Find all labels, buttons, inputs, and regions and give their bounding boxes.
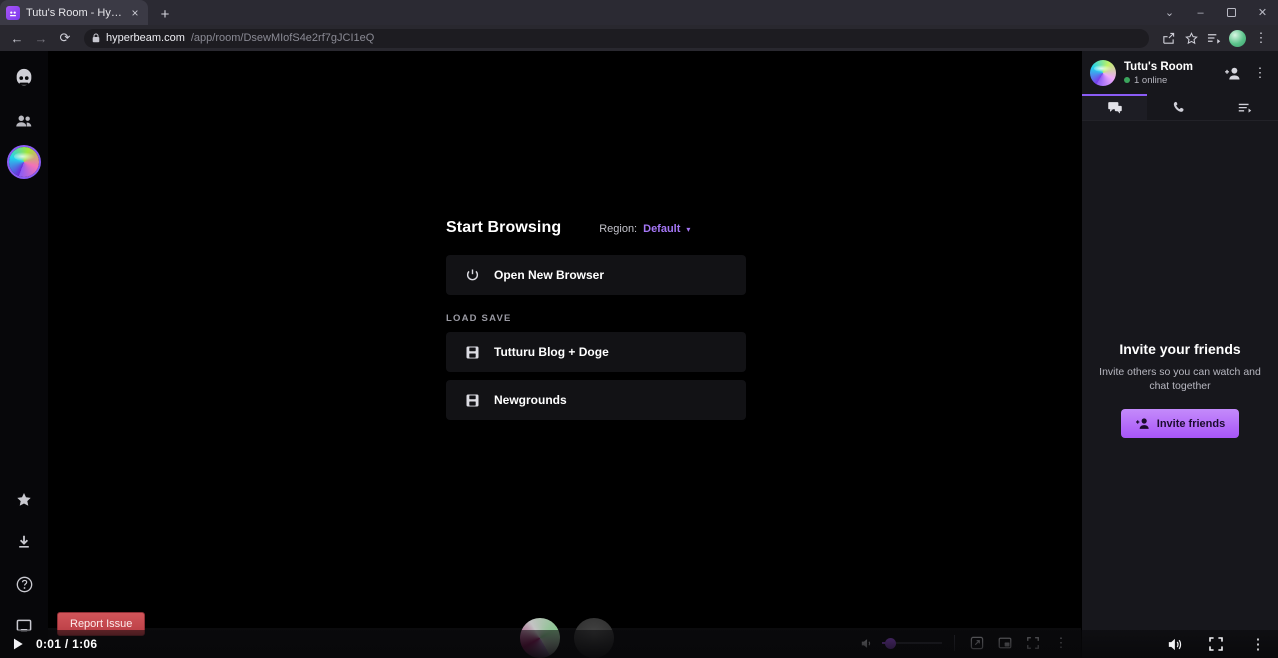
list-item-label: Tutturu Blog + Doge (494, 345, 609, 359)
tab-call[interactable] (1147, 95, 1212, 120)
browser-window: Tutu's Room - Hyperbeam × + ⌄ – ✕ ← → ⟳ … (0, 0, 1278, 658)
tab-title: Tutu's Room - Hyperbeam (26, 6, 122, 19)
add-person-icon[interactable] (1222, 63, 1242, 83)
room-panel: Tutu's Room 1 online ⋮ Invite your frien… (1081, 51, 1278, 658)
region-value: Default (643, 223, 681, 235)
star-icon[interactable] (8, 484, 40, 516)
status-dot (1124, 77, 1130, 83)
video-player-controls: 0:01 / 1:06 ⋮ (0, 630, 1278, 658)
page-title: Start Browsing (446, 219, 562, 236)
save-disk-icon (464, 392, 480, 408)
queue-icon (1239, 103, 1252, 113)
reload-icon[interactable]: ⟳ (54, 27, 76, 49)
maximize-button[interactable] (1216, 0, 1247, 25)
volume-icon[interactable] (1164, 634, 1184, 654)
forward-icon[interactable]: → (30, 27, 52, 49)
url-bar[interactable]: hyperbeam.com /app/room/DsewMIofS4e2rf7g… (84, 28, 1149, 48)
app-body: Start Browsing Region: Default ▾ Open Ne… (0, 51, 1278, 658)
left-rail (0, 51, 48, 658)
share-icon[interactable] (1157, 27, 1179, 49)
list-item[interactable]: Tutturu Blog + Doge (446, 332, 746, 372)
url-host: hyperbeam.com (106, 32, 185, 44)
list-item-label: Newgrounds (494, 393, 567, 407)
player-time-display: 0:01 / 1:06 (36, 637, 98, 651)
lock-icon (92, 33, 100, 43)
fullscreen-icon[interactable] (1206, 634, 1226, 654)
navigation-bar: ← → ⟳ hyperbeam.com /app/room/DsewMIofS4… (0, 25, 1278, 51)
chat-icon (1107, 101, 1122, 114)
url-path: /app/room/DsewMIofS4e2rf7gJCI1eQ (190, 32, 375, 44)
power-icon (464, 267, 480, 283)
reading-list-icon[interactable] (1203, 27, 1225, 49)
back-icon[interactable]: ← (6, 27, 28, 49)
player-right-controls: ⋮ (1164, 634, 1268, 654)
help-icon[interactable] (8, 568, 40, 600)
region-label: Region: (599, 223, 638, 235)
invite-friends-section: Invite your friends Invite others so you… (1082, 121, 1278, 658)
invite-subtitle: Invite others so you can watch and chat … (1099, 365, 1261, 392)
close-icon[interactable]: × (128, 6, 142, 20)
stage-content: Start Browsing Region: Default ▾ Open Ne… (48, 51, 1081, 628)
invite-friends-label: Invite friends (1156, 417, 1226, 430)
player-more-icon[interactable]: ⋮ (1248, 634, 1268, 654)
add-person-icon (1135, 416, 1150, 431)
tab-chat[interactable] (1082, 94, 1148, 120)
room-tabs (1082, 94, 1278, 121)
chevron-down-icon[interactable]: ⌄ (1154, 0, 1185, 25)
play-icon[interactable] (8, 634, 28, 654)
phone-icon (1174, 101, 1184, 112)
invite-title: Invite your friends (1119, 340, 1241, 357)
room-name: Tutu's Room (1124, 60, 1193, 73)
minimize-button[interactable]: – (1185, 0, 1216, 25)
browser-stage: Start Browsing Region: Default ▾ Open Ne… (48, 51, 1081, 658)
save-disk-icon (464, 344, 480, 360)
online-count: 1 online (1134, 74, 1168, 86)
tab-strip: Tutu's Room - Hyperbeam × + ⌄ – ✕ (0, 0, 1278, 25)
list-item[interactable]: Newgrounds (446, 380, 746, 420)
browser-toolbar-actions: ⋮ (1157, 27, 1272, 49)
start-browsing-panel: Start Browsing Region: Default ▾ Open Ne… (446, 219, 746, 428)
room-meta: Tutu's Room 1 online (1124, 61, 1214, 86)
close-window-button[interactable]: ✕ (1247, 0, 1278, 25)
tab-queue[interactable] (1213, 95, 1278, 120)
star-icon[interactable] (1180, 27, 1202, 49)
new-tab-button[interactable]: + (152, 3, 178, 25)
room-header: Tutu's Room 1 online ⋮ (1082, 51, 1278, 95)
online-status: 1 online (1124, 75, 1214, 86)
download-icon[interactable] (8, 526, 40, 558)
start-header: Start Browsing Region: Default ▾ (446, 219, 746, 237)
window-controls: ⌄ – ✕ (1154, 0, 1278, 25)
browser-tab[interactable]: Tutu's Room - Hyperbeam × (0, 0, 148, 25)
room-more-icon[interactable]: ⋮ (1250, 63, 1270, 83)
open-new-browser-button[interactable]: Open New Browser (446, 255, 746, 295)
room-avatar[interactable] (9, 147, 39, 177)
region-selector[interactable]: Region: Default ▾ (599, 223, 690, 235)
invite-friends-button[interactable]: Invite friends (1120, 409, 1240, 439)
load-save-label: LOAD SAVE (446, 313, 512, 324)
hyperbeam-favicon (6, 5, 20, 20)
chevron-down-icon: ▾ (686, 224, 691, 234)
profile-avatar[interactable] (1229, 29, 1246, 47)
browser-menu-icon[interactable]: ⋮ (1250, 27, 1272, 49)
room-avatar[interactable] (1090, 60, 1116, 86)
friends-icon[interactable] (8, 105, 40, 137)
hyperbeam-logo-icon[interactable] (8, 63, 40, 95)
open-new-browser-label: Open New Browser (494, 268, 605, 282)
